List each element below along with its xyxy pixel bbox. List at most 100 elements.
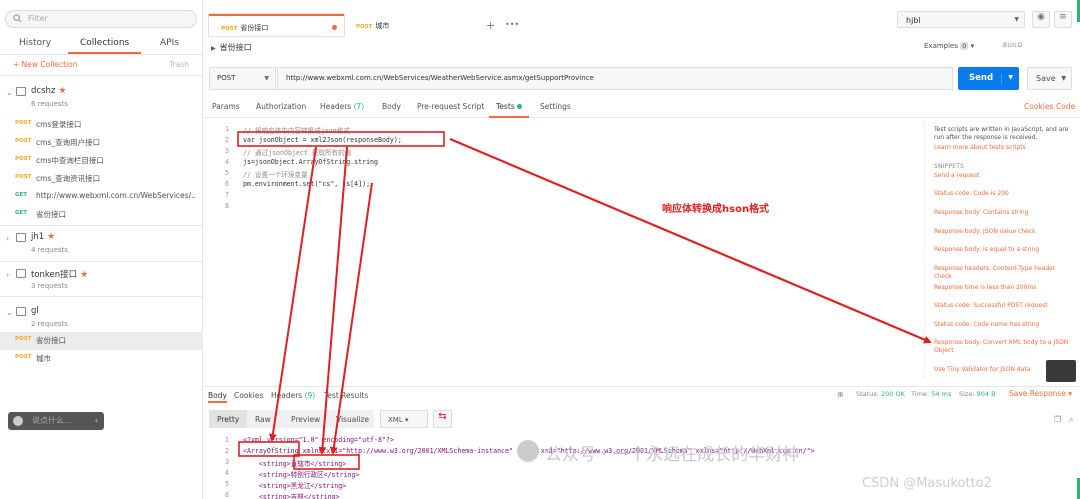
tab-request-active[interactable]: POST 省份接口 [209, 14, 344, 36]
collection-gl[interactable]: ⌄ gl 2 requests [0, 303, 203, 335]
snippet-item[interactable]: Response headers: Content-Type header ch… [934, 265, 1074, 281]
snippet-item[interactable]: Send a request [934, 172, 1074, 180]
request-item[interactable]: GET http://www.webxml.com.cn/WebServices/… [0, 188, 203, 206]
line-number: 3 [225, 458, 229, 466]
tab-history[interactable]: History [19, 38, 51, 48]
star-icon[interactable]: ★ [47, 232, 55, 242]
chevron-down-icon: ⌄ [6, 88, 13, 97]
collection-name: gl [31, 306, 39, 316]
tab-response-cookies[interactable]: Cookies [234, 391, 263, 400]
filter-input[interactable]: Filter [5, 10, 197, 28]
save-response-label: Save Response [1009, 389, 1066, 398]
examples-label: Examples [924, 42, 959, 50]
tab-request[interactable]: POST 城市 [344, 14, 478, 36]
format-visualize[interactable]: Visualize [328, 410, 374, 428]
collection-dcshz[interactable]: ⌄ dcshz ★ 6 requests [0, 83, 203, 115]
tab-response-headers[interactable]: Headers (9) [271, 391, 315, 400]
request-item[interactable]: POST cms_查询用户接口 [0, 134, 203, 152]
time-label: Time: [911, 390, 930, 398]
request-title: cms登录接口 [36, 120, 82, 129]
tab-tests[interactable]: Tests [489, 102, 529, 118]
tab-apis[interactable]: APIs [160, 38, 179, 48]
status-readout: Status: 200 OK [856, 390, 905, 398]
snippet-item[interactable]: Response body: JSON value check [934, 228, 1074, 236]
request-item[interactable]: POST 省份接口 [0, 332, 203, 350]
line-number: 6 [225, 180, 229, 188]
learn-more-link[interactable]: Learn more about tests scripts [934, 144, 1026, 151]
line-number: 5 [225, 480, 229, 488]
snippet-item[interactable]: Response body: Contains string [934, 209, 1074, 217]
tab-authorization[interactable]: Authorization [256, 102, 306, 111]
snippet-item[interactable]: Response body: Convert XML body to a JSO… [934, 339, 1074, 355]
format-pretty[interactable]: Pretty [209, 410, 247, 428]
search-icon [13, 14, 22, 23]
code-link[interactable]: Code [1056, 102, 1075, 111]
format-raw[interactable]: Raw [247, 410, 283, 428]
cookies-link[interactable]: Cookies [1024, 102, 1053, 111]
chat-input[interactable]: 说点什么... ‹ [8, 412, 104, 430]
tab-params[interactable]: Params [212, 102, 240, 111]
chevron-left-icon[interactable]: ‹ [95, 412, 98, 430]
snippet-item[interactable]: Status code: Successful POST request [934, 302, 1074, 310]
snippet-item[interactable]: Response body: Is equal to a string [934, 246, 1074, 254]
code-line: <?xml version="1.0" encoding="utf-8"?> [243, 436, 394, 444]
request-item[interactable]: POST cms中查询栏目接口 [0, 152, 203, 170]
examples-dropdown[interactable]: Examples 0 ▾ [924, 42, 974, 50]
tab-headers[interactable]: Headers (7) [320, 102, 364, 111]
request-item[interactable]: GET 省份接口 [0, 206, 203, 224]
tests-editor[interactable]: 1 2 3 4 5 6 7 8 // 将响应体中内容转换成json格式 var … [213, 122, 925, 379]
chevron-down-icon[interactable]: ▼ [1001, 74, 1013, 84]
unsaved-dot-icon [332, 25, 337, 30]
line-number: 4 [225, 158, 229, 166]
size-label: Size: [959, 390, 975, 398]
add-tab-icon[interactable]: + [486, 19, 495, 32]
trash-button[interactable]: Trash [169, 60, 189, 69]
save-response-button[interactable]: Save Response ▾ [1009, 389, 1072, 398]
request-item[interactable]: POST cms登录接口 [0, 116, 203, 134]
globe-icon[interactable]: ⊕ [837, 390, 846, 399]
tab-settings[interactable]: Settings [540, 102, 571, 111]
settings-sliders-icon[interactable]: ≡ [1054, 11, 1072, 28]
snippet-item[interactable]: Status code: Code name has string [934, 321, 1074, 329]
size-readout: Size: 904 B [959, 390, 996, 398]
chevron-down-icon: ▼ [1014, 16, 1019, 23]
snippets-description: Test scripts are written in JavaScript, … [934, 126, 1069, 141]
line-number: 6 [225, 491, 229, 499]
code-line: <string>吉林</string> [243, 493, 340, 499]
method-select[interactable]: POST ▼ [209, 67, 276, 90]
headers-count: (9) [304, 391, 316, 400]
request-item[interactable]: POST cms_查询资讯接口 [0, 170, 203, 188]
url-input[interactable]: http://www.webxml.com.cn/WebServices/Wea… [277, 67, 953, 90]
send-button[interactable]: Send ▼ [958, 67, 1019, 90]
collection-tonken[interactable]: › tonken接口 ★ 3 requests [0, 265, 203, 297]
star-icon[interactable]: ★ [58, 86, 66, 96]
request-item[interactable]: POST 城市 [0, 350, 203, 368]
snippet-item[interactable]: Status code: Code is 200 [934, 190, 1074, 198]
star-icon[interactable]: ★ [80, 270, 88, 280]
new-collection-button[interactable]: + New Collection [13, 60, 78, 69]
more-icon[interactable]: ••• [505, 20, 519, 29]
code-line: <string>特别行政区</string> [243, 471, 360, 479]
save-button[interactable]: Save ▼ [1027, 67, 1072, 90]
chevron-right-icon: › [6, 234, 10, 243]
format-preview[interactable]: Preview [283, 410, 328, 428]
wrap-lines-icon[interactable]: ⇆ [433, 410, 452, 428]
eye-icon[interactable]: ◉ [1032, 11, 1050, 28]
method-badge: POST [15, 120, 32, 126]
tab-body[interactable]: Body [382, 102, 401, 111]
format-select[interactable]: XML ▾ [380, 410, 428, 428]
tab-response-body[interactable]: Body [208, 391, 227, 403]
tab-collections[interactable]: Collections [68, 38, 142, 54]
search-icon[interactable]: ⌕ [1069, 415, 1078, 424]
collection-count: 4 requests [31, 246, 68, 254]
tab-test-results[interactable]: Test Results [324, 391, 368, 400]
snippet-item[interactable]: Response time is less than 200ms [934, 284, 1074, 292]
method-badge: GET [15, 192, 28, 198]
send-label: Send [969, 73, 994, 83]
environment-select[interactable]: hjbl ▼ [897, 11, 1025, 28]
tab-prerequest[interactable]: Pre-request Script [417, 102, 484, 111]
chat-placeholder: 说点什么... [32, 416, 72, 425]
copy-icon[interactable]: ❐ [1054, 415, 1063, 424]
collection-jh1[interactable]: › jh1 ★ 4 requests [0, 229, 203, 261]
build-button[interactable]: BUILD [1003, 42, 1023, 49]
